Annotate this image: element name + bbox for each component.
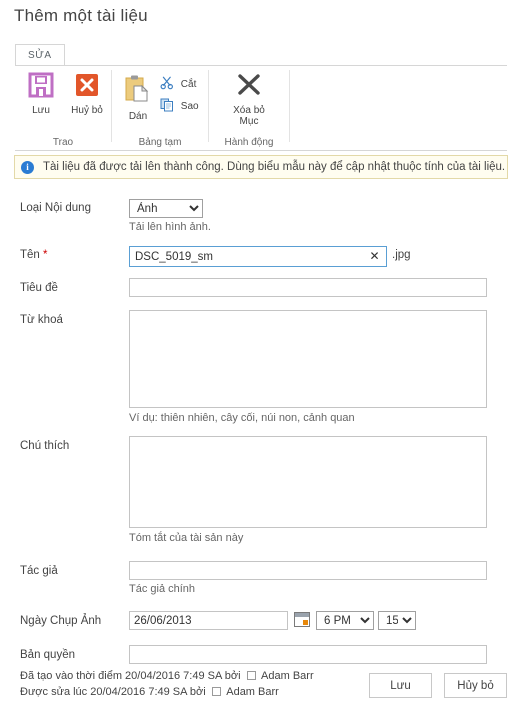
footer-cancel-button[interactable]: Hủy bỏ bbox=[444, 673, 507, 698]
name-label-text: Tên bbox=[20, 249, 40, 261]
clear-icon[interactable]: ✕ bbox=[368, 250, 381, 263]
content-type-label: Loại Nội dung bbox=[20, 202, 91, 214]
copyright-label: Bản quyền bbox=[20, 649, 75, 661]
tab-edit[interactable]: SỬA bbox=[15, 44, 65, 65]
copy-button[interactable]: Sao bbox=[160, 98, 199, 115]
modified-text: Được sửa lúc 20/04/2016 7:49 SA bởi bbox=[20, 686, 206, 698]
cancel-button[interactable]: Huỷ bỏ bbox=[67, 72, 107, 116]
comments-hint: Tóm tắt của tài sản này bbox=[129, 532, 244, 544]
save-button[interactable]: Lưu bbox=[21, 72, 61, 116]
page-title: Thêm một tài liệu bbox=[14, 6, 148, 25]
delete-x-icon bbox=[217, 72, 281, 101]
hour-select[interactable]: 6 PM bbox=[316, 611, 374, 630]
cancel-button-label: Huỷ bỏ bbox=[71, 105, 103, 116]
ribbon-group-clipboard: Dán Cắt Sao Bảng tạm bbox=[112, 66, 208, 151]
save-button-label: Lưu bbox=[32, 105, 50, 116]
ribbon-group-actions-label: Hành động bbox=[224, 137, 274, 148]
created-user[interactable]: Adam Barr bbox=[261, 670, 314, 682]
ribbon-tab-strip: SỬA bbox=[15, 43, 65, 65]
notification-message: Tài liệu đã được tải lên thành công. Dùn… bbox=[43, 161, 506, 173]
floppy-disk-icon bbox=[21, 72, 61, 101]
delete-item-button[interactable]: Xóa bỏ Mục bbox=[217, 72, 281, 127]
presence-checkbox-modified bbox=[211, 687, 221, 696]
ribbon-group-clipboard-label: Bảng tạm bbox=[138, 137, 182, 148]
keywords-hint: Ví dụ: thiên nhiên, cây cối, núi non, cả… bbox=[129, 412, 355, 424]
delete-item-label-line2: Mục bbox=[239, 116, 259, 127]
file-extension-label: .jpg bbox=[392, 249, 411, 261]
date-taken-label: Ngày Chụp Ảnh bbox=[20, 615, 102, 627]
minute-select[interactable]: 15 bbox=[378, 611, 416, 630]
ribbon-group-trao-label: Trao bbox=[52, 137, 74, 148]
ribbon-group-trao: Lưu Huỷ bỏ Trao bbox=[15, 66, 111, 151]
clipboard-icon bbox=[116, 74, 160, 107]
date-taken-input[interactable] bbox=[129, 611, 288, 630]
cut-button-label: Cắt bbox=[180, 79, 197, 90]
calendar-icon[interactable] bbox=[294, 612, 310, 627]
info-icon: i bbox=[21, 161, 34, 174]
upload-success-notification: i Tài liệu đã được tải lên thành công. D… bbox=[14, 155, 508, 179]
created-text: Đã tạo vào thời điểm 20/04/2016 7:49 SA … bbox=[20, 670, 241, 682]
title-input[interactable] bbox=[129, 278, 487, 297]
add-document-form-page: Thêm một tài liệu SỬA Lưu Huỷ bỏ Trao Dá… bbox=[0, 0, 520, 724]
modified-user[interactable]: Adam Barr bbox=[226, 686, 279, 698]
presence-checkbox-created bbox=[246, 671, 256, 680]
title-label: Tiêu đề bbox=[20, 282, 58, 294]
comments-textarea[interactable] bbox=[129, 436, 487, 528]
delete-item-label-line1: Xóa bỏ bbox=[233, 105, 265, 116]
comments-label: Chú thích bbox=[20, 440, 70, 452]
copy-button-label: Sao bbox=[180, 101, 199, 112]
cut-button[interactable]: Cắt bbox=[160, 76, 196, 93]
copy-icon bbox=[160, 98, 174, 115]
audit-metadata: Đã tạo vào thời điểm 20/04/2016 7:49 SA … bbox=[20, 668, 314, 700]
ribbon-divider-3 bbox=[289, 70, 290, 142]
required-marker: * bbox=[43, 249, 48, 261]
name-label: Tên * bbox=[20, 249, 48, 261]
modified-line: Được sửa lúc 20/04/2016 7:49 SA bởi Adam… bbox=[20, 684, 314, 700]
author-label: Tác giả bbox=[20, 565, 58, 577]
footer-save-button[interactable]: Lưu bbox=[369, 673, 432, 698]
cancel-x-icon bbox=[67, 72, 107, 101]
author-hint: Tác giả chính bbox=[129, 583, 196, 595]
copyright-input[interactable] bbox=[129, 645, 487, 664]
content-type-select[interactable]: Ảnh bbox=[129, 199, 203, 218]
name-input-wrapper[interactable]: ✕ bbox=[129, 246, 387, 267]
paste-button-label: Dán bbox=[128, 111, 148, 122]
name-input[interactable] bbox=[130, 247, 362, 266]
keywords-label: Từ khoá bbox=[20, 314, 63, 326]
keywords-textarea[interactable] bbox=[129, 310, 487, 408]
author-input[interactable] bbox=[129, 561, 487, 580]
scissors-icon bbox=[160, 76, 174, 93]
created-line: Đã tạo vào thời điểm 20/04/2016 7:49 SA … bbox=[20, 668, 314, 684]
ribbon-group-actions: Xóa bỏ Mục Hành động bbox=[209, 66, 289, 151]
paste-button[interactable]: Dán bbox=[116, 74, 160, 122]
ribbon-toolbar: Lưu Huỷ bỏ Trao Dán Cắt Sao Bảng tạm Xóa… bbox=[15, 65, 507, 151]
content-type-hint: Tải lên hình ảnh. bbox=[129, 221, 211, 233]
